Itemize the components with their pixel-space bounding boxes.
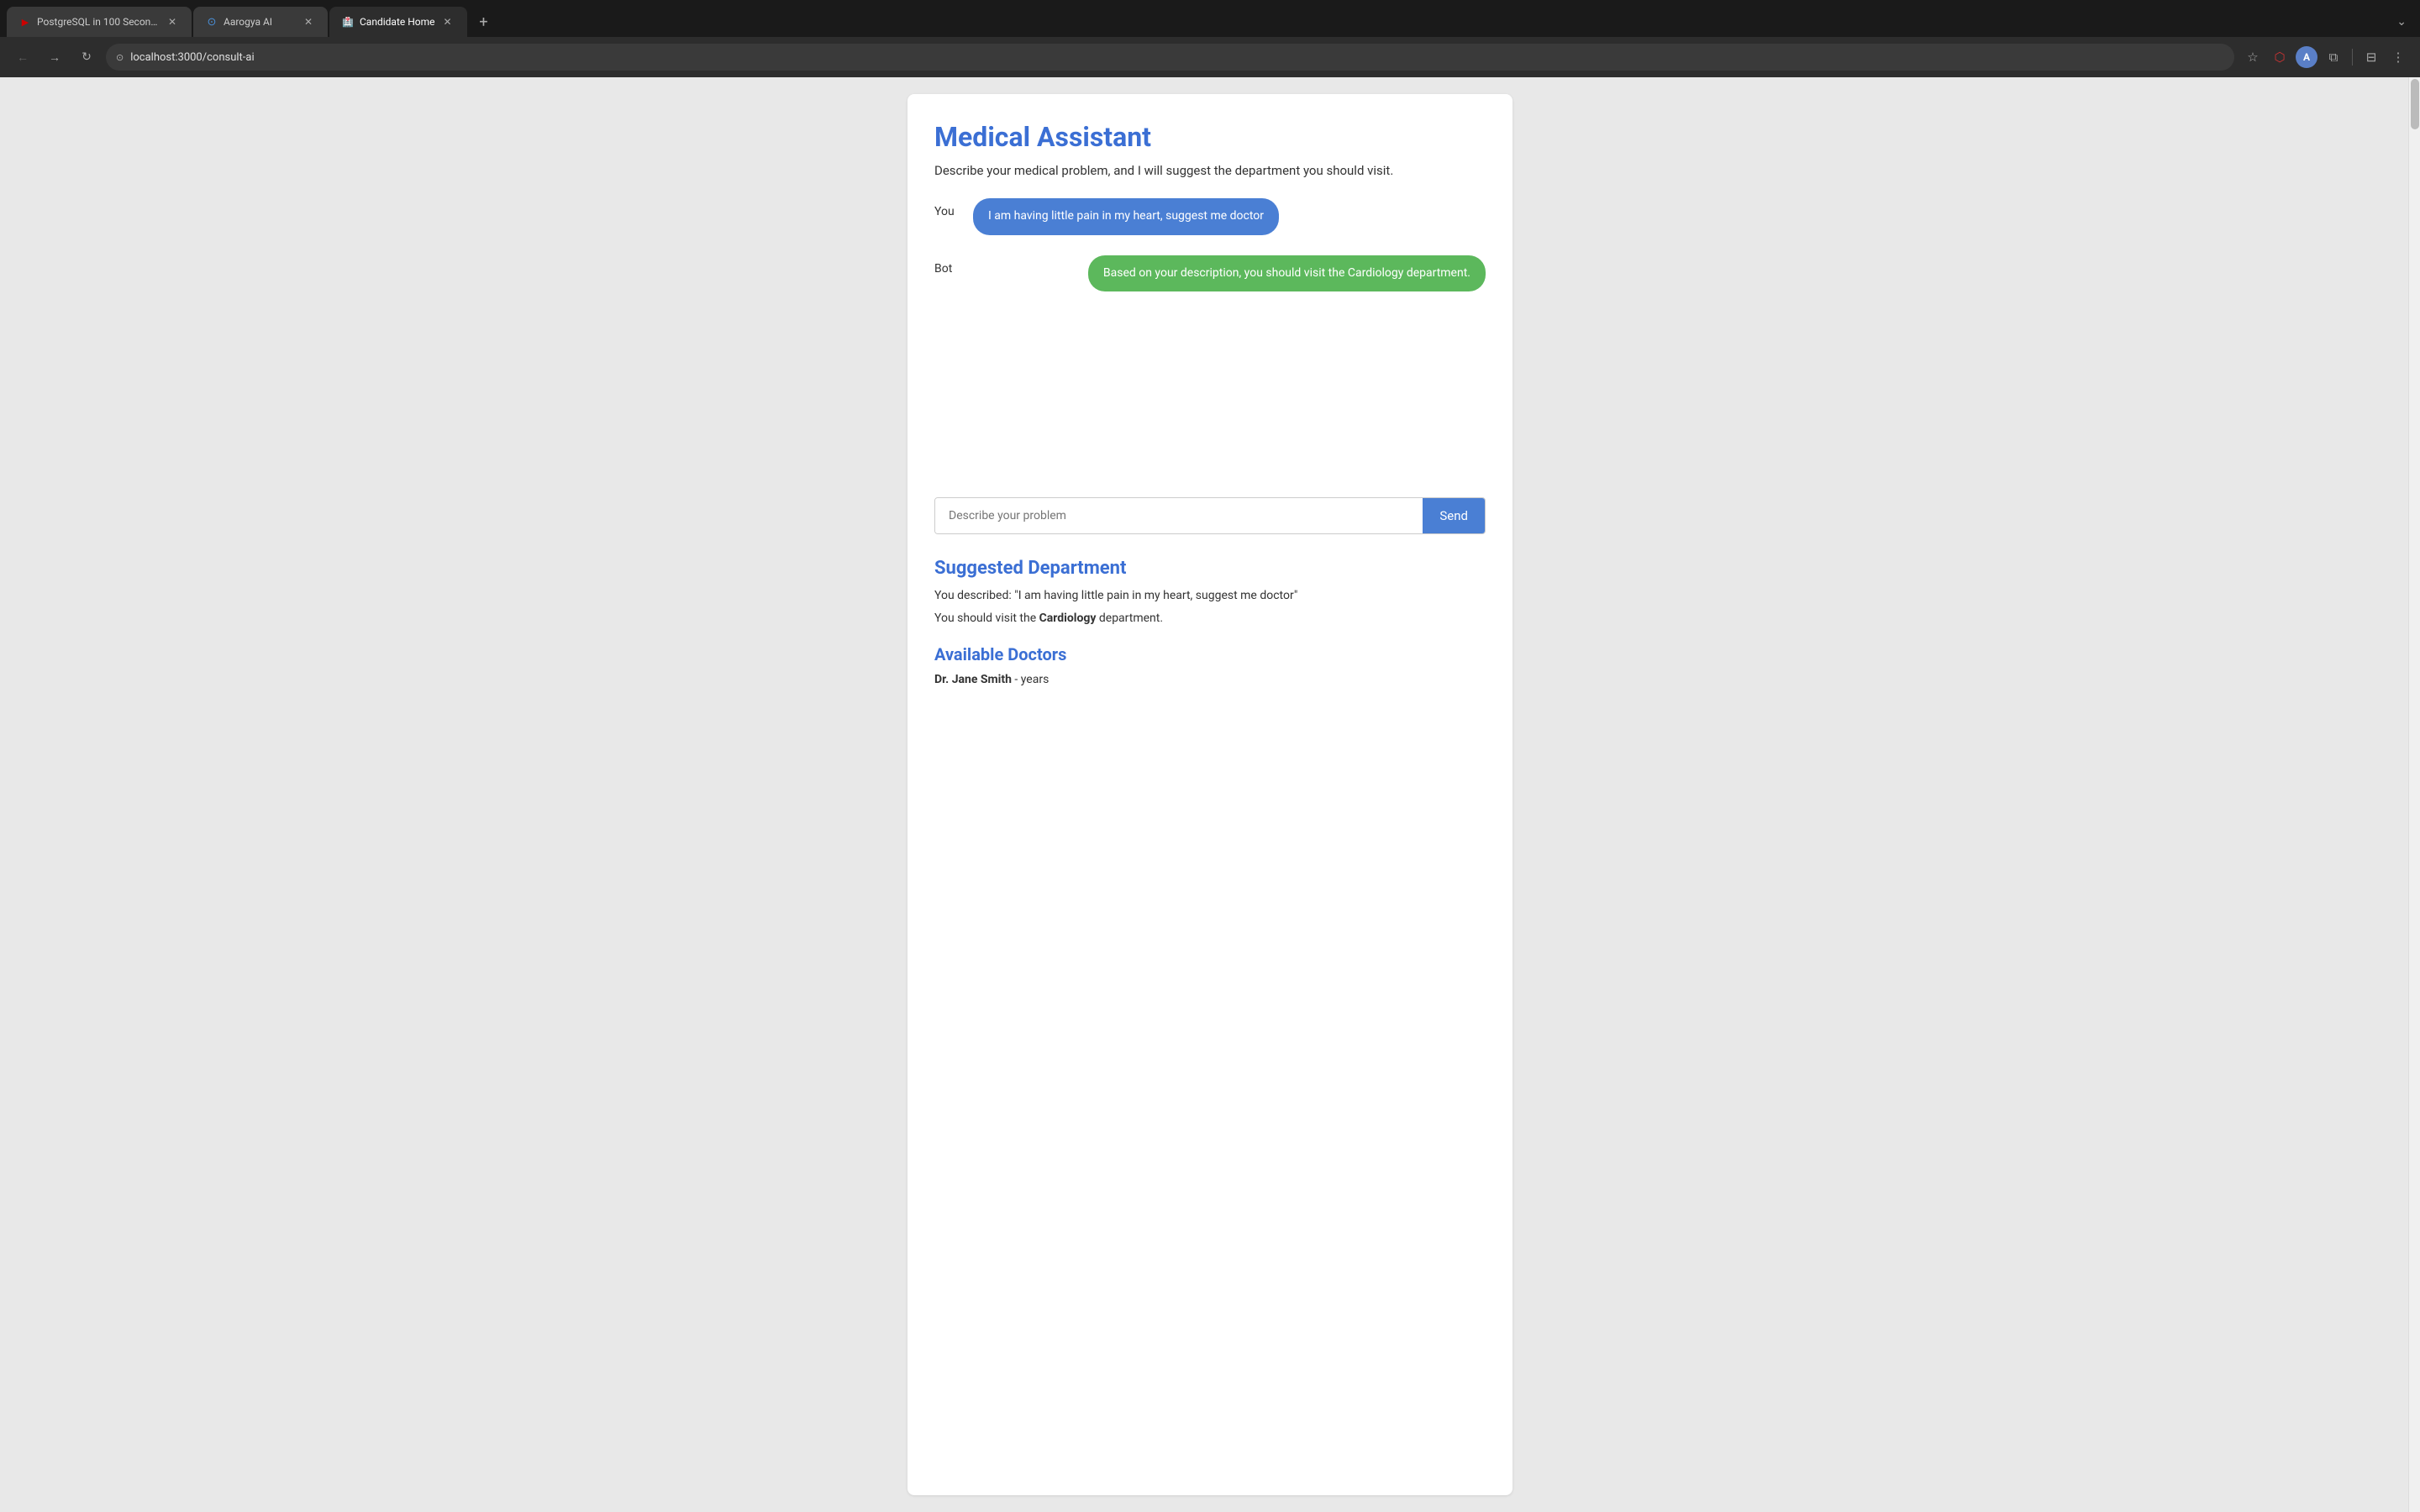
profile-avatar: A — [2296, 46, 2317, 68]
new-tab-button[interactable]: + — [472, 10, 496, 34]
tab-favicon-aarogya: ⊙ — [205, 15, 218, 29]
tab-close-postgresql[interactable]: ✕ — [165, 14, 180, 29]
tab-aarogya[interactable]: ⊙ Aarogya AI ✕ — [193, 7, 328, 37]
bot-bubble: Based on your description, you should vi… — [1088, 255, 1486, 292]
input-row: Send — [934, 497, 1486, 534]
page-title: Medical Assistant — [934, 121, 1486, 153]
tab-favicon-postgresql: ▶ — [18, 15, 32, 29]
department-name: Cardiology — [1039, 612, 1097, 625]
available-doctors-title: Available Doctors — [934, 644, 1486, 664]
tab-title-candidate: Candidate Home — [360, 16, 435, 28]
description-line1: You described: "I am having little pain … — [934, 587, 1486, 605]
tab-candidate-home[interactable]: 🏥 Candidate Home ✕ — [329, 7, 467, 37]
doctor-name: Dr. Jane Smith — [934, 673, 1012, 686]
page-content: Medical Assistant Describe your medical … — [0, 77, 2420, 1512]
tab-postgresql[interactable]: ▶ PostgreSQL in 100 Seconds ✕ — [7, 7, 192, 37]
tab-close-aarogya[interactable]: ✕ — [301, 14, 316, 29]
doctor-suffix: - years — [1012, 673, 1049, 686]
user-label: You — [934, 198, 960, 218]
description-prefix: You should visit the — [934, 612, 1039, 625]
send-button[interactable]: Send — [1423, 498, 1485, 533]
back-button[interactable]: ← — [10, 45, 35, 70]
toolbar-actions: ☆ ⬡ A ⧉ ⊟ ⋮ — [2241, 45, 2410, 69]
extension-icon1[interactable]: ⬡ — [2268, 45, 2291, 69]
profile-button[interactable]: A — [2295, 45, 2318, 69]
scrollbar-track[interactable] — [2408, 77, 2420, 1512]
description-suffix: department. — [1096, 612, 1163, 625]
doctor-list-item: Dr. Jane Smith - years — [934, 673, 1486, 686]
address-bar[interactable]: ⊙ localhost:3000/consult-ai — [106, 44, 2234, 71]
tab-title-postgresql: PostgreSQL in 100 Seconds — [37, 16, 160, 28]
bot-label: Bot — [934, 255, 960, 276]
refresh-button[interactable]: ↻ — [74, 45, 99, 70]
browser-chrome: ▶ PostgreSQL in 100 Seconds ✕ ⊙ Aarogya … — [0, 0, 2420, 77]
toolbar: ← → ↻ ⊙ localhost:3000/consult-ai ☆ ⬡ A … — [0, 37, 2420, 77]
user-message-row: You I am having little pain in my heart,… — [934, 198, 1486, 235]
toolbar-divider — [2352, 49, 2353, 66]
cast-icon[interactable]: ⊟ — [2360, 45, 2383, 69]
tab-close-candidate[interactable]: ✕ — [440, 14, 455, 29]
suggested-section: Suggested Department You described: "I a… — [934, 558, 1486, 686]
tab-bar: ▶ PostgreSQL in 100 Seconds ✕ ⊙ Aarogya … — [0, 0, 2420, 37]
tab-overflow-button[interactable]: ⌄ — [2390, 12, 2413, 32]
chat-area: You I am having little pain in my heart,… — [934, 198, 1486, 484]
menu-button[interactable]: ⋮ — [2386, 45, 2410, 69]
tab-favicon-candidate: 🏥 — [341, 15, 355, 29]
main-card: Medical Assistant Describe your medical … — [908, 94, 1512, 1495]
suggested-department-title: Suggested Department — [934, 558, 1486, 579]
extension-icon2[interactable]: ⧉ — [2322, 45, 2345, 69]
bookmark-icon[interactable]: ☆ — [2241, 45, 2265, 69]
problem-input[interactable] — [935, 498, 1423, 533]
scrollbar-thumb[interactable] — [2411, 79, 2419, 129]
lock-icon: ⊙ — [116, 52, 124, 63]
subtitle: Describe your medical problem, and I wil… — [934, 163, 1486, 178]
tab-title-aarogya: Aarogya AI — [224, 16, 296, 28]
user-bubble: I am having little pain in my heart, sug… — [973, 198, 1279, 235]
bot-message-row: Bot Based on your description, you shoul… — [934, 255, 1486, 292]
address-text: localhost:3000/consult-ai — [130, 51, 2224, 64]
forward-button[interactable]: → — [42, 45, 67, 70]
description-line2: You should visit the Cardiology departme… — [934, 610, 1486, 627]
